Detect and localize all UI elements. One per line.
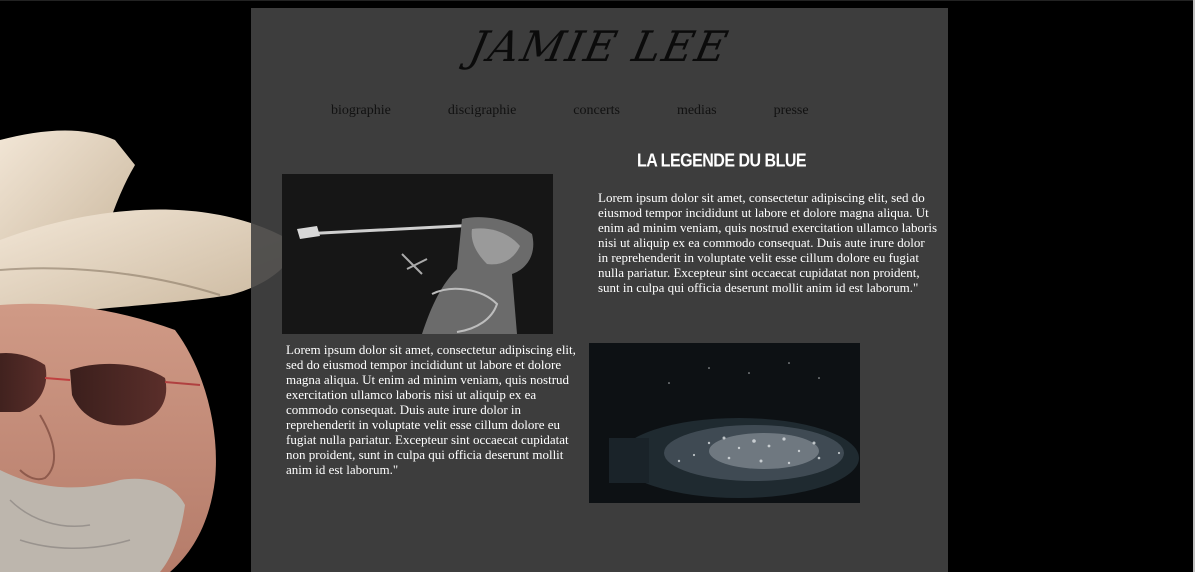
second-paragraph: Lorem ipsum dolor sit amet, consectetur … [286, 342, 576, 477]
nav-item-concerts[interactable]: concerts [573, 103, 620, 119]
concert-crowd-photo [589, 343, 860, 503]
site-logo[interactable]: JAMIE LEE [246, 22, 953, 71]
nav-item-discigraphie[interactable]: discigraphie [448, 103, 516, 119]
top-border [0, 0, 1195, 1]
content-panel: JAMIE LEE biographie discigraphie concer… [251, 8, 948, 572]
nav-item-presse[interactable]: presse [774, 103, 809, 119]
guitarist-photo [282, 174, 553, 334]
main-nav: biographie discigraphie concerts medias … [331, 103, 866, 119]
nav-item-medias[interactable]: medias [677, 103, 717, 119]
intro-paragraph: Lorem ipsum dolor sit amet, consectetur … [598, 190, 938, 295]
nav-item-biographie[interactable]: biographie [331, 103, 391, 119]
page: JAMIE LEE biographie discigraphie concer… [0, 0, 1195, 572]
page-title: LA LEGENDE DU BLUE [637, 151, 807, 172]
